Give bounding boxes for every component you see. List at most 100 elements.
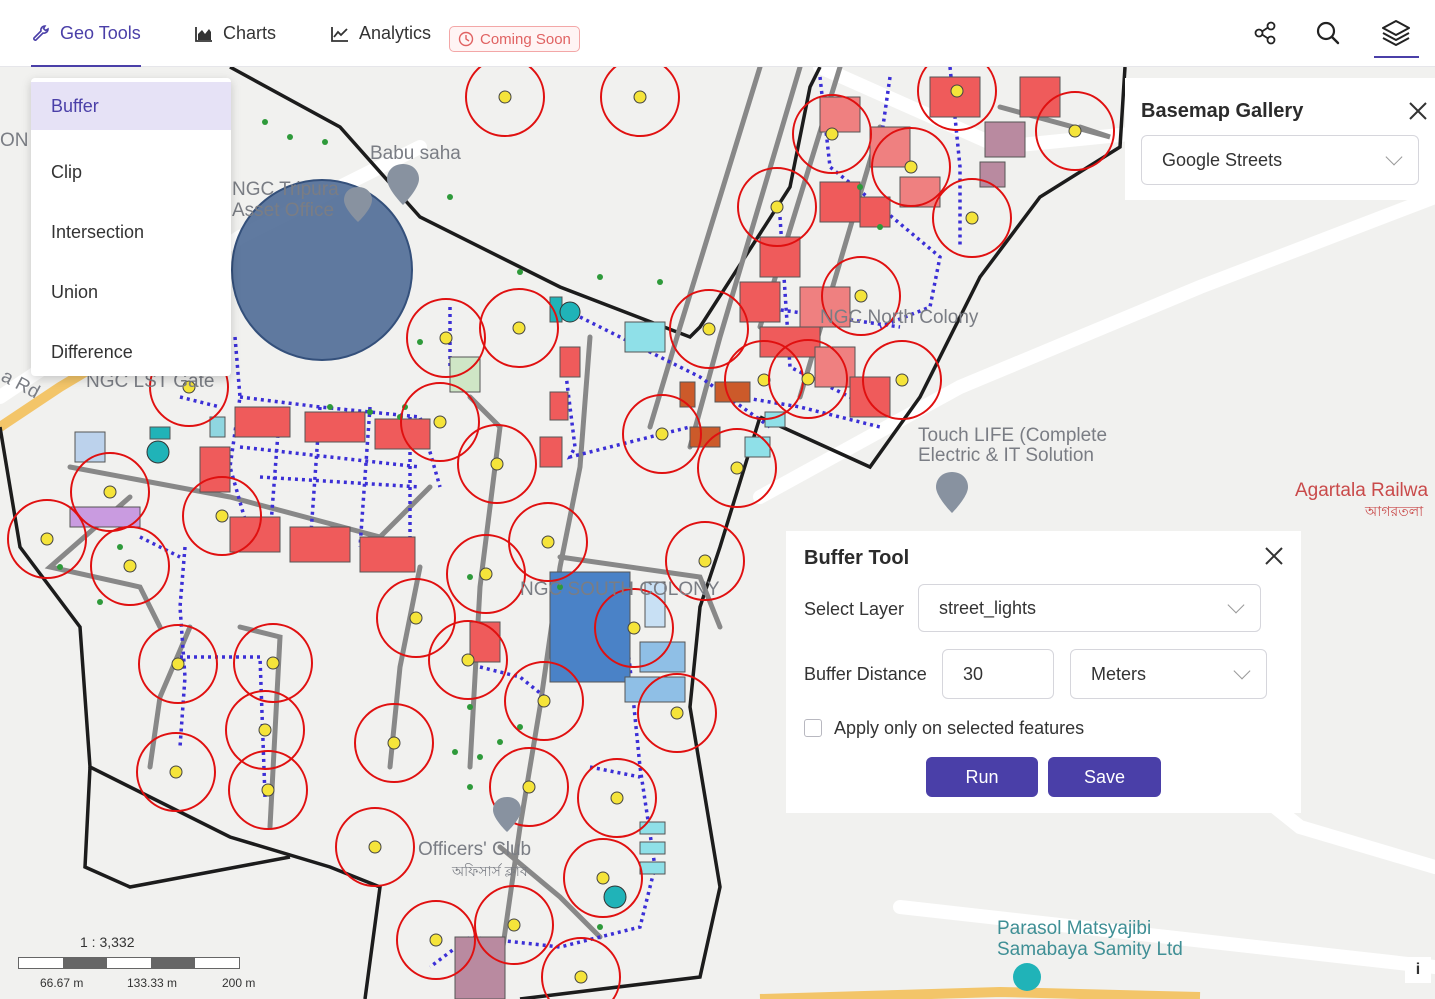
- water-tank: [603, 885, 627, 909]
- tree-marker: [262, 119, 268, 125]
- street-light-point: [670, 706, 684, 720]
- unit-select[interactable]: Meters: [1070, 649, 1267, 699]
- street-light-point: [574, 970, 588, 984]
- water-tank: [146, 440, 170, 464]
- tree-marker: [327, 404, 333, 410]
- map-label-officers-club-bn: অফিসার্স ক্লাব: [452, 863, 528, 879]
- street-light-point: [730, 461, 744, 475]
- building-footprint: [639, 841, 666, 855]
- menu-item-buffer[interactable]: Buffer: [31, 82, 231, 130]
- map-label-touch-life: Touch LIFE (Complete: [918, 425, 1108, 446]
- tree-marker: [287, 134, 293, 140]
- building-footprint: [199, 446, 231, 493]
- run-button[interactable]: Run: [926, 757, 1038, 797]
- tree-marker: [477, 754, 483, 760]
- info-button[interactable]: i: [1405, 957, 1431, 983]
- building-footprint: [229, 516, 281, 553]
- basemap-select-value: Google Streets: [1162, 149, 1283, 170]
- building-footprint: [979, 161, 1006, 188]
- map-label-on: ON: [0, 130, 29, 151]
- street-light-point: [490, 457, 504, 471]
- close-icon[interactable]: [1263, 545, 1285, 567]
- map-label-south-colony: NGC SOUTH COLONY: [520, 579, 720, 600]
- geo-tools-menu: Buffer Clip Intersection Union Differenc…: [31, 78, 231, 376]
- tree-marker: [597, 274, 603, 280]
- basemap-select[interactable]: Google Streets: [1141, 135, 1419, 185]
- buffer-distance-input[interactable]: 30: [942, 649, 1054, 699]
- street-light-point: [610, 791, 624, 805]
- scale-bar: [18, 957, 240, 969]
- street-light-point: [801, 372, 815, 386]
- map-label-agartala-bn: আগরতলা: [1365, 503, 1424, 519]
- building-footprint: [149, 426, 171, 440]
- close-icon[interactable]: [1407, 100, 1429, 122]
- area-chart-icon: [195, 26, 212, 42]
- scale-tick-1: 66.67 m: [40, 976, 84, 990]
- tree-marker: [597, 924, 603, 930]
- coming-soon-label: Coming Soon: [480, 30, 571, 48]
- street-light-point: [895, 373, 909, 387]
- tree-marker: [452, 749, 458, 755]
- building-footprint: [899, 176, 941, 208]
- street-light-point: [433, 415, 447, 429]
- street-light-point: [258, 723, 272, 737]
- street-light-point: [825, 127, 839, 141]
- search-icon[interactable]: [1313, 18, 1343, 48]
- menu-item-union[interactable]: Union: [31, 262, 231, 322]
- building-footprint: [304, 411, 366, 443]
- scale-tick-3: 200 m: [222, 976, 256, 990]
- building-footprint: [559, 346, 581, 378]
- street-light-point: [702, 322, 716, 336]
- buffer-distance-value: 30: [963, 663, 984, 684]
- save-button[interactable]: Save: [1048, 757, 1161, 797]
- street-light-point: [266, 656, 280, 670]
- layers-icon[interactable]: [1381, 18, 1411, 48]
- tab-analytics[interactable]: Analytics: [330, 0, 431, 67]
- building-footprint: [744, 436, 771, 458]
- scale-ratio: 1 : 3,332: [80, 934, 135, 950]
- tab-geo-tools-label: Geo Tools: [60, 23, 141, 43]
- street-light-point: [854, 289, 868, 303]
- line-chart-icon: [331, 26, 348, 42]
- street-light-point: [498, 90, 512, 104]
- map-label-babu-saha: Babu saha: [370, 143, 461, 164]
- selected-features-checkbox[interactable]: [804, 719, 822, 737]
- menu-item-difference[interactable]: Difference: [31, 322, 231, 382]
- building-footprint: [849, 376, 891, 418]
- street-light-point: [368, 840, 382, 854]
- menu-item-intersection[interactable]: Intersection: [31, 202, 231, 262]
- tree-marker: [322, 139, 328, 145]
- share-icon[interactable]: [1250, 18, 1280, 48]
- street-light-point: [171, 657, 185, 671]
- street-light-point: [215, 509, 229, 523]
- tab-geo-tools[interactable]: Geo Tools: [31, 0, 141, 67]
- tab-analytics-label: Analytics: [359, 23, 432, 43]
- street-light-point: [512, 321, 526, 335]
- tab-charts[interactable]: Charts: [194, 0, 276, 67]
- chevron-down-icon: [1227, 596, 1245, 614]
- buffer-tool-panel: Buffer Tool Select Layer street_lights B…: [786, 531, 1301, 813]
- building-footprint: [359, 536, 416, 573]
- street-light-point: [655, 427, 669, 441]
- menu-item-clip[interactable]: Clip: [31, 142, 231, 202]
- street-light-point: [461, 653, 475, 667]
- street-light-point: [409, 611, 423, 625]
- tree-marker: [857, 184, 863, 190]
- coming-soon-badge: Coming Soon: [449, 26, 580, 52]
- tree-marker: [467, 574, 473, 580]
- tree-marker: [117, 544, 123, 550]
- street-light-point: [507, 918, 521, 932]
- building-footprint: [549, 391, 569, 421]
- buffer-tool-title: Buffer Tool: [804, 547, 910, 569]
- chevron-down-icon: [1233, 662, 1251, 680]
- street-light-point: [387, 736, 401, 750]
- layers-active-indicator: [1374, 56, 1419, 58]
- tree-marker: [877, 224, 883, 230]
- building-footprint: [984, 121, 1026, 158]
- map-label-asset-office: Asset Office: [232, 200, 335, 221]
- map-label-officers-club: Officers' Club: [418, 839, 532, 860]
- street-light-point: [965, 211, 979, 225]
- wrench-icon: [33, 24, 49, 41]
- layer-select[interactable]: street_lights: [918, 584, 1261, 632]
- map-label-ongc-tripura: NGC Tripura: [232, 179, 339, 200]
